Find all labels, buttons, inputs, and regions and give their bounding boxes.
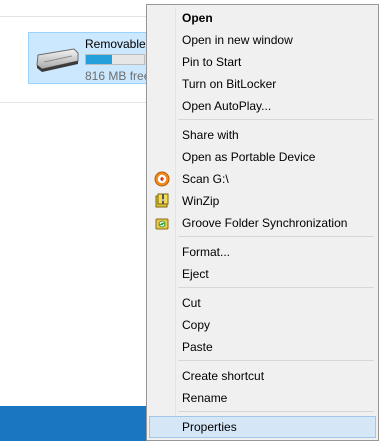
winzip-icon [154,193,170,209]
menu-item-cut[interactable]: Cut [149,292,376,314]
menu-item-copy[interactable]: Copy [149,314,376,336]
menu-item-rename[interactable]: Rename [149,387,376,409]
menu-item-label: WinZip [182,194,220,208]
menu-item-label: Share with [182,128,239,142]
groove-sync-icon [154,215,170,231]
menu-item-label: Copy [182,318,211,332]
section-divider [0,102,160,103]
menu-item-label: Open in new window [182,33,293,47]
menu-item-open-as-portable-device[interactable]: Open as Portable Device [149,146,376,168]
menu-item-paste[interactable]: Paste [149,336,376,358]
menu-item-label: Groove Folder Synchronization [182,216,348,230]
menu-item-label: Properties [182,420,237,434]
removable-drive-icon [36,48,79,72]
menu-item-share-with[interactable]: Share with [149,124,376,146]
menu-item-open[interactable]: Open [149,7,376,29]
menu-item-label: Cut [182,296,201,310]
menu-item-label: Open AutoPlay... [182,99,272,113]
menu-item-label: Pin to Start [182,55,242,69]
menu-item-label: Turn on BitLocker [182,77,277,91]
menu-item-properties[interactable]: Properties [149,416,376,438]
menu-item-label: Scan G:\ [182,172,229,186]
menu-item-scan[interactable]: Scan G:\ [149,168,376,190]
drive-name: Removable [85,37,146,51]
menu-separator [178,236,374,237]
menu-item-label: Paste [182,340,213,354]
menu-item-turn-on-bitlocker[interactable]: Turn on BitLocker [149,73,376,95]
menu-item-create-shortcut[interactable]: Create shortcut [149,365,376,387]
menu-item-open-new-window[interactable]: Open in new window [149,29,376,51]
menu-item-label: Rename [182,391,228,405]
menu-item-label: Open as Portable Device [182,150,316,164]
menu-item-eject[interactable]: Eject [149,263,376,285]
menu-item-open-autoplay[interactable]: Open AutoPlay... [149,95,376,117]
menu-separator [178,411,374,412]
menu-item-winzip[interactable]: WinZip [149,190,376,212]
menu-separator [178,287,374,288]
menu-separator [178,360,374,361]
removable-drive-tile[interactable]: Removable 816 MB free [28,32,154,84]
menu-item-label: Eject [182,267,209,281]
menu-item-format[interactable]: Format... [149,241,376,263]
menu-separator [178,119,374,120]
drive-capacity-fill [86,55,113,64]
antivirus-scan-icon [154,171,170,187]
menu-item-label: Open [182,11,213,25]
drive-capacity-bar [85,54,145,65]
drive-free-space: 816 MB free [85,69,151,83]
menu-item-pin-to-start[interactable]: Pin to Start [149,51,376,73]
menu-item-groove-folder-sync[interactable]: Groove Folder Synchronization [149,212,376,234]
menu-item-label: Format... [182,245,231,259]
menu-item-label: Create shortcut [182,369,265,383]
context-menu: Open Open in new window Pin to Start Turn o… [146,4,379,441]
